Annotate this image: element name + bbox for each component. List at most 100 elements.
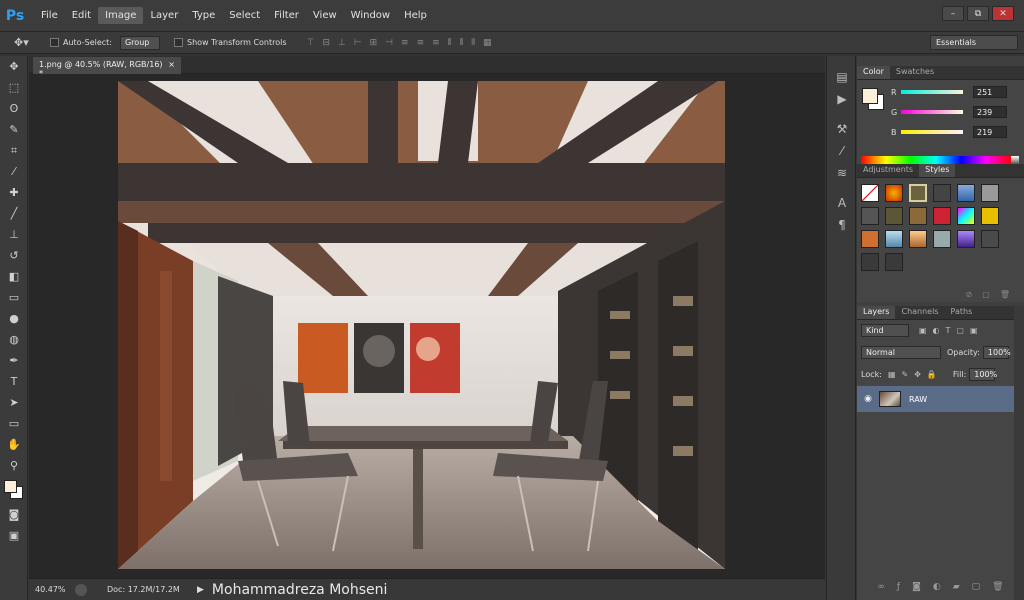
style-swatch[interactable] (957, 230, 975, 248)
restore-button[interactable]: ⧉ (967, 6, 989, 21)
minimize-button[interactable]: – (942, 6, 964, 21)
brush-panel-icon[interactable]: ⁄ (827, 140, 857, 162)
document-close-icon[interactable]: × (168, 60, 175, 71)
style-swatch[interactable] (933, 184, 951, 202)
status-menu-arrow-icon[interactable]: ▶ (197, 585, 204, 595)
menu-window[interactable]: Window (344, 7, 397, 24)
blue-value-field[interactable]: 219 (973, 126, 1007, 138)
hand-tool-icon[interactable]: ✋ (0, 434, 28, 455)
actions-panel-icon[interactable]: ▶ (827, 88, 857, 110)
zoom-tool-icon[interactable]: ⚲ (0, 455, 28, 476)
menu-select[interactable]: Select (222, 7, 267, 24)
style-swatch[interactable] (981, 184, 999, 202)
layer-style-icon[interactable]: ƒ (897, 582, 900, 594)
fill-field[interactable]: 100% (969, 368, 997, 381)
new-group-icon[interactable]: ▰ (953, 582, 960, 594)
add-mask-icon[interactable]: ◙ (912, 582, 921, 594)
distribute-left-icon[interactable]: ⫴ (448, 38, 452, 48)
pen-tool-icon[interactable]: ✒ (0, 350, 28, 371)
style-swatch[interactable] (981, 230, 999, 248)
style-swatch[interactable] (885, 253, 903, 271)
new-style-icon[interactable]: ▢ (982, 290, 990, 302)
green-slider[interactable] (901, 110, 963, 114)
layer-filter-icons[interactable]: ▣◐T▢▣ (919, 326, 984, 335)
style-swatch[interactable] (957, 184, 975, 202)
align-left-icon[interactable]: ⊢ (354, 38, 362, 48)
document-tab[interactable]: 1.png @ 40.5% (RAW, RGB/16) * × (33, 57, 181, 78)
red-slider[interactable] (901, 90, 963, 94)
quick-mask-icon[interactable]: ◙ (0, 504, 28, 525)
screen-mode-icon[interactable]: ▣ (0, 525, 28, 546)
clear-style-icon[interactable]: ⊘ (966, 290, 973, 302)
tab-color[interactable]: Color (857, 66, 890, 79)
style-swatch[interactable] (957, 207, 975, 225)
canvas-area[interactable] (29, 74, 825, 578)
style-swatch[interactable] (933, 230, 951, 248)
eyedropper-tool-icon[interactable]: ⁄ (0, 161, 28, 182)
tab-adjustments[interactable]: Adjustments (857, 164, 919, 177)
visibility-eye-icon[interactable]: ◉ (857, 394, 879, 404)
brush-presets-icon[interactable]: ≋ (827, 162, 857, 184)
menu-edit[interactable]: Edit (65, 7, 98, 24)
delete-style-icon[interactable]: 🗑 (1000, 290, 1010, 302)
move-tool-icon[interactable]: ✥ (0, 56, 28, 77)
path-selection-tool-icon[interactable]: ➤ (0, 392, 28, 413)
dodge-tool-icon[interactable]: ◍ (0, 329, 28, 350)
crop-tool-icon[interactable]: ⌗ (0, 140, 28, 161)
tool-presets-icon[interactable]: ⚒ (827, 118, 857, 140)
clone-stamp-tool-icon[interactable]: ⊥ (0, 224, 28, 245)
character-panel-icon[interactable]: A (827, 192, 857, 214)
tab-swatches[interactable]: Swatches (890, 66, 940, 79)
align-right-icon[interactable]: ⊣ (385, 38, 393, 48)
auto-select-option[interactable]: Auto-Select: (50, 38, 112, 47)
menu-filter[interactable]: Filter (267, 7, 306, 24)
green-value-field[interactable]: 239 (973, 106, 1007, 118)
workspace-dropdown[interactable]: Essentials (930, 35, 1018, 50)
close-button[interactable]: ✕ (992, 6, 1014, 21)
align-vcenter-icon[interactable]: ⊟ (322, 38, 330, 48)
auto-align-icon[interactable]: ▦ (483, 38, 492, 48)
style-swatch[interactable] (909, 184, 927, 202)
align-hcenter-icon[interactable]: ⊞ (370, 38, 378, 48)
style-swatch[interactable] (885, 207, 903, 225)
layer-filter-dropdown[interactable]: Kind (861, 324, 909, 337)
red-value-field[interactable]: 251 (973, 86, 1007, 98)
layer-row[interactable]: ◉ RAW (857, 386, 1014, 412)
type-tool-icon[interactable]: T (0, 371, 28, 392)
auto-select-checkbox[interactable] (50, 38, 59, 47)
style-swatch[interactable] (861, 184, 879, 202)
lock-icons[interactable]: ▦✎✥🔒 (888, 370, 943, 379)
menu-type[interactable]: Type (185, 7, 222, 24)
distribute-vcenter-icon[interactable]: ≡ (417, 38, 425, 48)
lasso-tool-icon[interactable]: ʘ (0, 98, 28, 119)
blur-tool-icon[interactable]: ● (0, 308, 28, 329)
menu-layer[interactable]: Layer (143, 7, 185, 24)
eraser-tool-icon[interactable]: ◧ (0, 266, 28, 287)
style-swatch[interactable] (981, 207, 999, 225)
show-transform-option[interactable]: Show Transform Controls (173, 38, 287, 47)
style-swatch[interactable] (909, 207, 927, 225)
document-image[interactable] (118, 81, 725, 569)
move-tool-preset-icon[interactable]: ✥▾ (14, 36, 36, 49)
new-layer-icon[interactable]: ▢ (972, 582, 981, 594)
tab-styles[interactable]: Styles (919, 164, 956, 177)
layers-scrollbar[interactable] (1014, 306, 1024, 600)
align-top-icon[interactable]: ⊤ (307, 38, 315, 48)
style-swatch[interactable] (885, 230, 903, 248)
menu-view[interactable]: View (306, 7, 344, 24)
style-swatch[interactable] (861, 207, 879, 225)
menu-help[interactable]: Help (397, 7, 434, 24)
link-layers-icon[interactable]: ∞ (877, 582, 885, 594)
zoom-level[interactable]: 40.47% (35, 585, 69, 594)
brush-tool-icon[interactable]: ╱ (0, 203, 28, 224)
distribute-bottom-icon[interactable]: ≡ (432, 38, 440, 48)
tab-layers[interactable]: Layers (857, 306, 896, 319)
style-swatch[interactable] (933, 207, 951, 225)
history-brush-tool-icon[interactable]: ↺ (0, 245, 28, 266)
rectangle-tool-icon[interactable]: ▭ (0, 413, 28, 434)
auto-select-dropdown[interactable]: Group (119, 35, 160, 50)
blend-mode-dropdown[interactable]: Normal (861, 346, 941, 359)
align-bottom-icon[interactable]: ⊥ (338, 38, 346, 48)
show-transform-checkbox[interactable] (173, 38, 183, 47)
blue-slider[interactable] (901, 130, 963, 134)
